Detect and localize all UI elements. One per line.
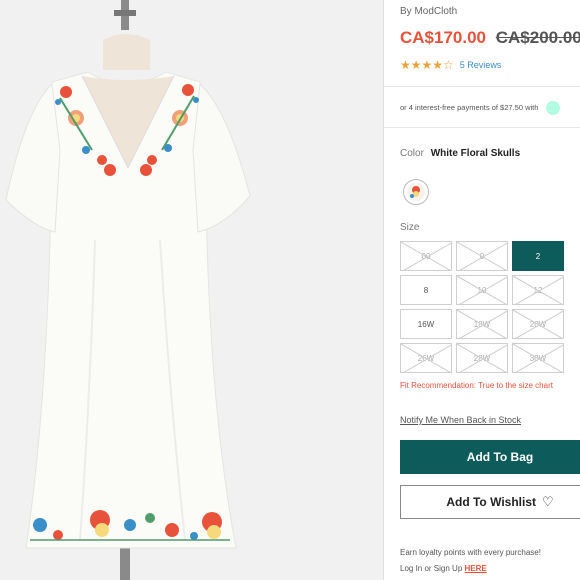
reviews-link[interactable]: 5 Reviews: [460, 60, 502, 70]
size-option-10[interactable]: 10: [456, 275, 508, 305]
sale-price: CA$170.00: [400, 28, 487, 47]
divider-line: [384, 86, 580, 87]
size-option-18w[interactable]: 18W: [456, 309, 508, 339]
size-option-8[interactable]: 8: [400, 275, 452, 305]
brand-label: By ModCloth: [400, 6, 458, 17]
installments-label: or 4 interest-free payments of $27.50 wi…: [400, 102, 539, 112]
color-selector: Color White Floral Skulls: [400, 148, 520, 159]
original-price: CA$200.00: [495, 28, 580, 47]
color-value: White Floral Skulls: [430, 148, 521, 159]
installments-text: or 4 interest-free payments of $27.50 wi…: [400, 101, 560, 115]
size-option-00[interactable]: 00: [400, 241, 452, 271]
login-signup-text: Log In or Sign Up: [400, 564, 463, 573]
loyalty-login-line: Log In or Sign Up HERE: [400, 561, 541, 577]
size-option-12[interactable]: 12: [512, 275, 564, 305]
dress-illustration: [0, 0, 383, 580]
product-details-panel: By ModCloth CA$170.00 CA$200.00 ★★★★☆ 5 …: [384, 0, 580, 580]
product-image[interactable]: [0, 0, 383, 580]
size-option-16w[interactable]: 16W: [400, 309, 452, 339]
color-swatch-white-floral-skulls[interactable]: [403, 179, 429, 205]
size-option-label: 2: [535, 251, 541, 261]
price: CA$170.00 CA$200.00: [400, 28, 580, 48]
rating: ★★★★☆ 5 Reviews: [400, 58, 501, 72]
divider-line: [384, 127, 580, 128]
star-rating-icon: ★★★★☆: [400, 58, 454, 72]
size-option-26w[interactable]: 26W: [400, 343, 452, 373]
size-option-label: 16W: [417, 319, 435, 329]
size-option-2[interactable]: 2: [512, 241, 564, 271]
add-to-wishlist-label: Add To Wishlist: [446, 495, 536, 509]
add-to-wishlist-button[interactable]: Add To Wishlist ♡: [400, 485, 580, 519]
add-to-bag-button[interactable]: Add To Bag: [400, 440, 580, 474]
loyalty-here-link[interactable]: HERE: [465, 564, 487, 573]
afterpay-icon[interactable]: [545, 101, 560, 115]
size-option-label: 8: [423, 285, 429, 295]
size-option-0[interactable]: 0: [456, 241, 508, 271]
floral-swatch-icon: [407, 183, 425, 201]
color-label: Color: [400, 148, 424, 159]
fit-recommendation[interactable]: Fit Recommendation: True to the size cha…: [400, 381, 553, 390]
size-option-20w[interactable]: 20W: [512, 309, 564, 339]
heart-icon: ♡: [542, 494, 554, 509]
add-to-bag-label: Add To Bag: [466, 450, 534, 464]
notify-back-in-stock-link[interactable]: Notify Me When Back in Stock: [400, 415, 521, 425]
loyalty-text: Earn loyalty points with every purchase!…: [400, 545, 541, 577]
loyalty-line: Earn loyalty points with every purchase!: [400, 548, 541, 557]
size-option-28w[interactable]: 28W: [456, 343, 508, 373]
size-label: Size: [400, 222, 420, 233]
size-option-30w[interactable]: 30W: [512, 343, 564, 373]
